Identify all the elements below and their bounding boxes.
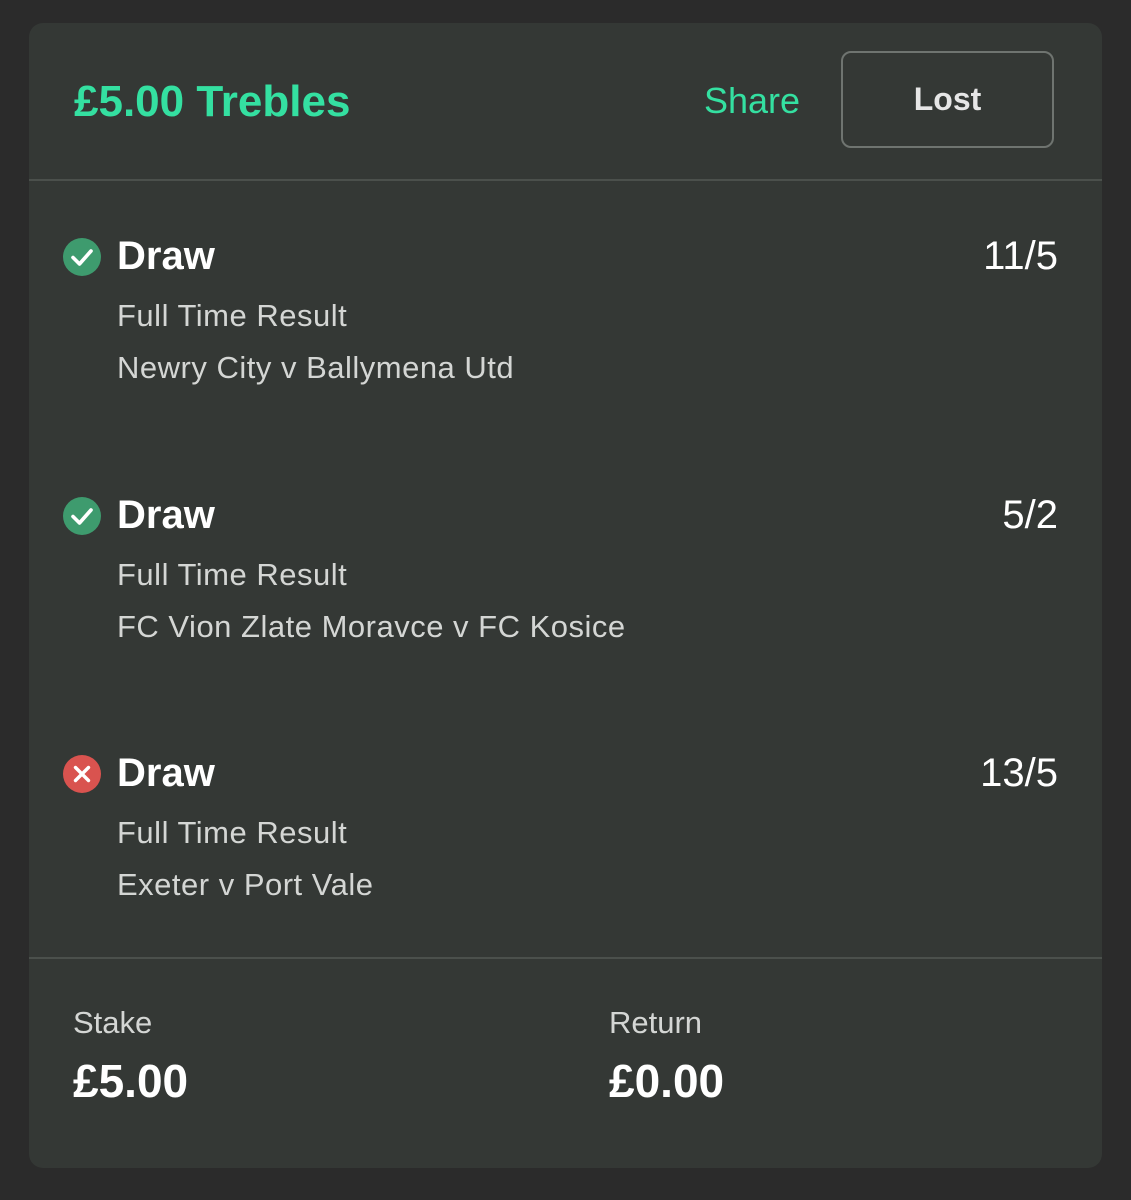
selection-name: Draw bbox=[117, 751, 215, 795]
bet-header: £5.00 Trebles Share Lost bbox=[29, 23, 1102, 180]
selection-event: FC Vion Zlate Moravce v FC Kosice bbox=[117, 609, 626, 644]
share-button[interactable]: Share bbox=[704, 78, 800, 124]
selection-item: Draw 13/5 Full Time Result Exeter v Port… bbox=[29, 747, 1102, 937]
selection-event: Exeter v Port Vale bbox=[117, 867, 374, 902]
selection-odds: 11/5 bbox=[983, 234, 1058, 278]
selection-event: Newry City v Ballymena Utd bbox=[117, 350, 515, 385]
bet-card: £5.00 Trebles Share Lost Draw 11/5 Full … bbox=[29, 23, 1102, 1168]
stake-value: £5.00 bbox=[73, 1055, 189, 1107]
selection-market: Full Time Result bbox=[117, 557, 348, 592]
selection-market: Full Time Result bbox=[117, 815, 348, 850]
selection-odds: 5/2 bbox=[1002, 493, 1058, 537]
selection-item: Draw 5/2 Full Time Result FC Vion Zlate … bbox=[29, 489, 1102, 679]
footer-divider bbox=[29, 957, 1102, 959]
selection-name: Draw bbox=[117, 234, 215, 278]
selection-item: Draw 11/5 Full Time Result Newry City v … bbox=[29, 230, 1102, 420]
return-label: Return bbox=[609, 1005, 703, 1040]
bet-title: £5.00 Trebles bbox=[74, 77, 351, 126]
cross-circle-icon bbox=[63, 755, 101, 793]
bet-status-button[interactable]: Lost bbox=[841, 51, 1054, 148]
selection-odds: 13/5 bbox=[980, 751, 1058, 795]
check-circle-icon bbox=[63, 238, 101, 276]
check-circle-icon bbox=[63, 497, 101, 535]
selection-market: Full Time Result bbox=[117, 298, 348, 333]
return-value: £0.00 bbox=[609, 1055, 725, 1107]
header-divider bbox=[29, 179, 1102, 181]
selection-name: Draw bbox=[117, 493, 215, 537]
stake-label: Stake bbox=[73, 1005, 153, 1040]
